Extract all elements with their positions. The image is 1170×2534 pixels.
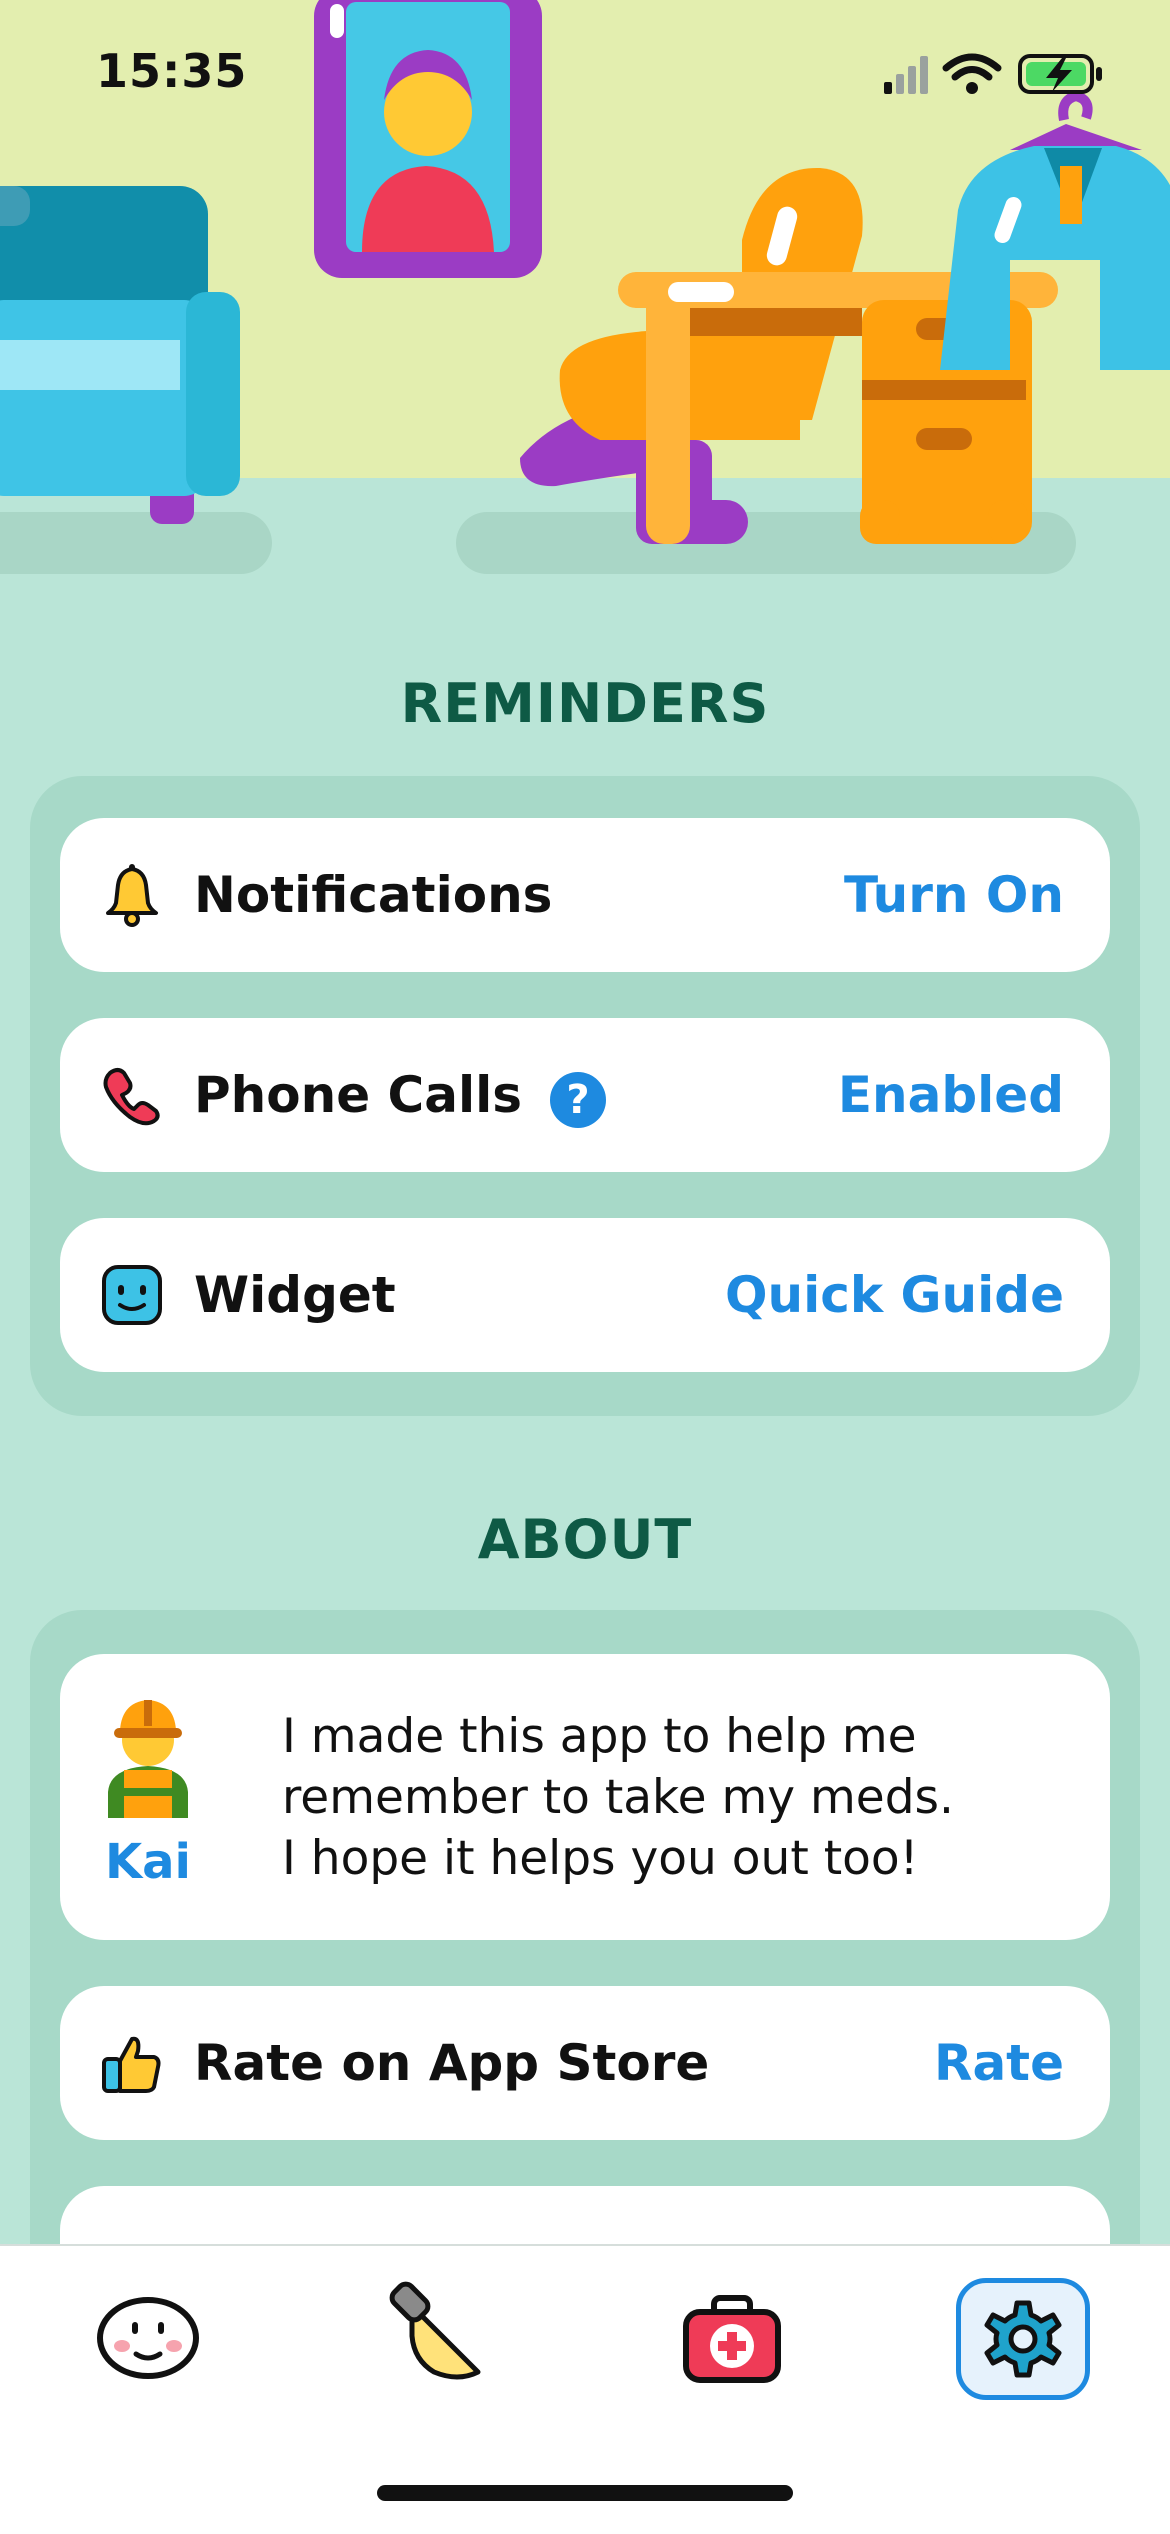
widget-quick-guide-button[interactable]: Quick Guide bbox=[725, 1218, 1064, 1372]
author-message-line: I made this app to help me bbox=[282, 1709, 917, 1764]
phone-calls-row[interactable]: Phone Calls ? Enabled bbox=[60, 1018, 1110, 1172]
author-message: I made this app to help me remember to t… bbox=[282, 1706, 1042, 1889]
thumbs-up-icon bbox=[102, 2036, 161, 2093]
battery-charging-icon bbox=[1018, 54, 1102, 94]
bell-icon bbox=[106, 864, 158, 927]
home-indicator bbox=[377, 2485, 793, 2501]
phone-calls-enabled-button[interactable]: Enabled bbox=[838, 1018, 1064, 1172]
rate-app-label: Rate on App Store bbox=[194, 2034, 710, 2092]
tab-settings[interactable] bbox=[956, 2278, 1090, 2400]
reminders-group: Notifications Turn On Phone Calls ? Enab… bbox=[30, 776, 1140, 1416]
phone-calls-help-icon[interactable]: ? bbox=[550, 1072, 606, 1128]
author-message-line: remember to take my meds. bbox=[282, 1770, 954, 1825]
author-name: Kai bbox=[104, 1834, 192, 1890]
mood-face-icon[interactable] bbox=[88, 2276, 208, 2396]
rate-app-row[interactable]: Rate on App Store Rate bbox=[60, 1986, 1110, 2140]
widget-row[interactable]: Widget Quick Guide bbox=[60, 1218, 1110, 1372]
phone-calls-label: Phone Calls bbox=[194, 1066, 522, 1124]
construction-worker-avatar bbox=[108, 1700, 188, 1818]
status-indicators bbox=[884, 53, 1102, 94]
reminders-section-title: REMINDERS bbox=[400, 672, 770, 735]
widget-face-icon bbox=[102, 1265, 162, 1325]
cellular-signal-icon bbox=[884, 56, 928, 94]
medical-kit-icon[interactable] bbox=[672, 2276, 792, 2396]
status-time: 15:35 bbox=[96, 44, 248, 98]
wifi-icon bbox=[942, 53, 1002, 94]
author-card: Kai I made this app to help me remember … bbox=[60, 1654, 1110, 1940]
notifications-row[interactable]: Notifications Turn On bbox=[60, 818, 1110, 972]
spotlight-icon[interactable] bbox=[378, 2276, 498, 2396]
phone-icon bbox=[103, 1068, 160, 1126]
author-message-line: I hope it helps you out too! bbox=[282, 1831, 919, 1886]
settings-gear-icon bbox=[984, 2300, 1062, 2378]
rate-button[interactable]: Rate bbox=[934, 1986, 1064, 2140]
notifications-label: Notifications bbox=[194, 866, 553, 924]
about-group: Kai I made this app to help me remember … bbox=[30, 1610, 1140, 2340]
notifications-turn-on-button[interactable]: Turn On bbox=[844, 818, 1064, 972]
about-section-title: ABOUT bbox=[477, 1508, 693, 1571]
widget-label: Widget bbox=[194, 1266, 396, 1324]
status-bar: 15:35 bbox=[0, 0, 1170, 150]
